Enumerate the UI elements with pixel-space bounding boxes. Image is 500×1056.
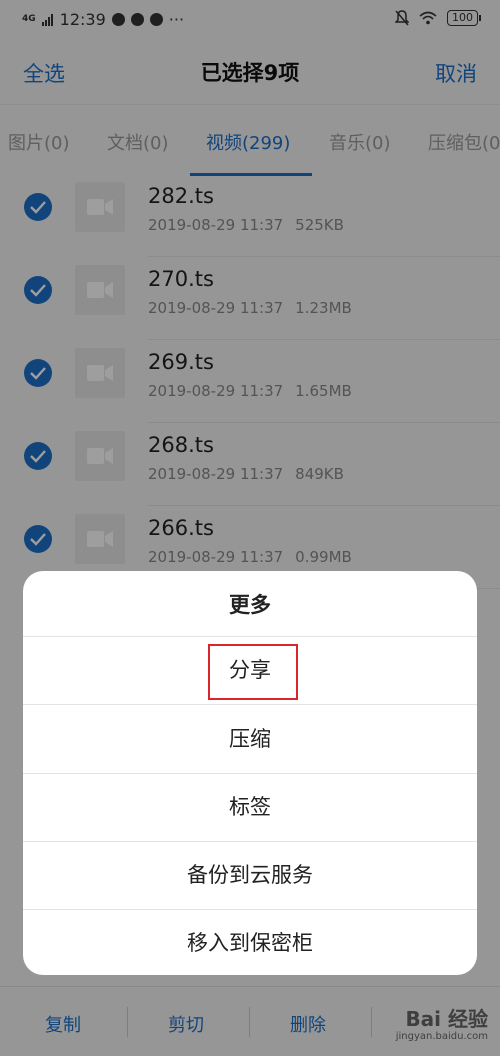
highlight-box [208, 644, 298, 700]
compress-option[interactable]: 压缩 [23, 705, 477, 773]
tag-option[interactable]: 标签 [23, 773, 477, 841]
move-to-vault-option[interactable]: 移入到保密柜 [23, 909, 477, 975]
sheet-title: 更多 [229, 593, 271, 617]
cloud-backup-option[interactable]: 备份到云服务 [23, 841, 477, 909]
file-manager-screen: 4G 12:39 ··· 100 全选 已选择9项 取消 图片(0) 文档(0)… [0, 0, 500, 1056]
more-action-sheet: 更多 分享 压缩 标签 备份到云服务 移入到保密柜 [23, 571, 477, 975]
